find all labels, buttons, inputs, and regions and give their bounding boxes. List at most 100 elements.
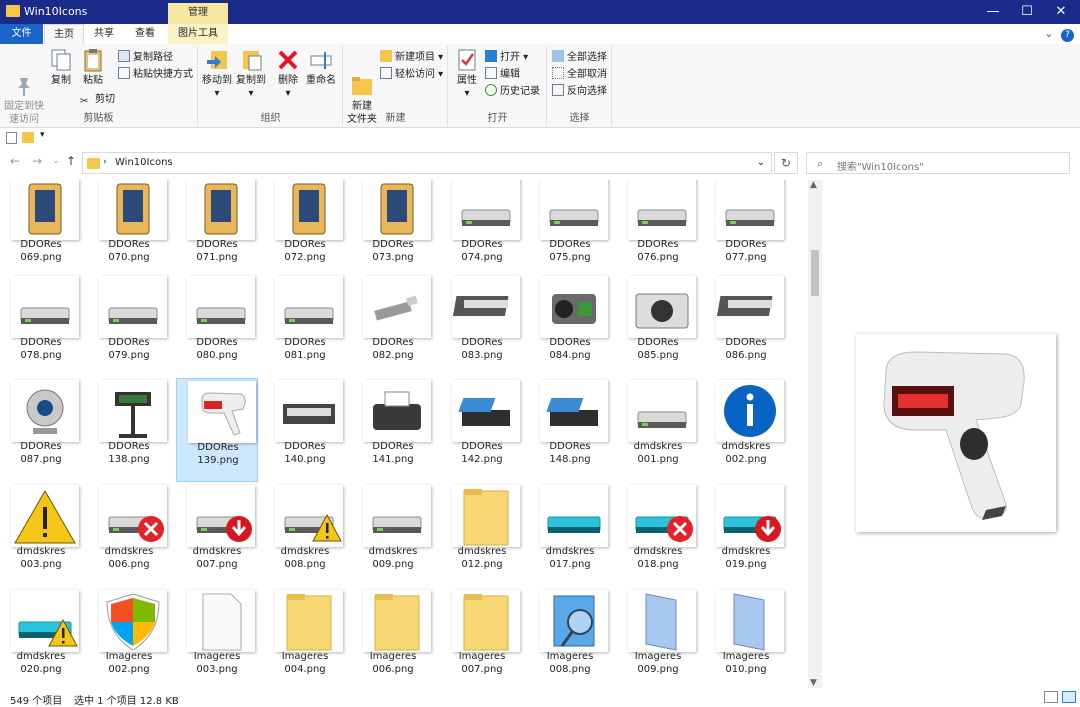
tab-manage[interactable]: 管理 (168, 3, 228, 24)
file-item[interactable]: dmdskres 017.png (529, 483, 611, 587)
select-all-button[interactable]: 全部选择 (552, 50, 607, 66)
chevron-down-icon[interactable]: ⌄ (1044, 27, 1053, 40)
file-name: DDORes 140.png (264, 440, 346, 466)
file-item[interactable]: DDORes 074.png (441, 180, 523, 280)
address-bar[interactable]: › Win10Icons ⌄ (82, 152, 772, 174)
file-item[interactable]: DDORes 072.png (264, 180, 346, 280)
file-item[interactable]: Imageres 003.png (176, 588, 258, 688)
file-item[interactable]: dmdskres 020.png (0, 588, 82, 688)
copy-path-button[interactable]: 复制路径 (118, 50, 173, 66)
open-button[interactable]: 打开 ▾ (485, 50, 528, 66)
history-button[interactable]: 历史记录 (485, 84, 540, 100)
scrollbar-thumb[interactable] (811, 250, 819, 296)
search-input[interactable]: ⌕ 搜索"Win10Icons" (806, 152, 1070, 174)
minimize-button[interactable]: — (976, 0, 1010, 24)
chevron-up-icon[interactable]: ▲ (810, 180, 817, 190)
file-item[interactable]: DDORes 076.png (617, 180, 699, 280)
copy-to-button[interactable]: 复制到 ▾ (235, 48, 267, 100)
file-item[interactable]: DDORes 078.png (0, 274, 82, 378)
paste-button[interactable]: 粘贴 (80, 48, 106, 87)
cut-button[interactable]: ✂ 剪切 (80, 92, 115, 108)
edit-button[interactable]: 编辑 (485, 67, 520, 83)
file-item[interactable]: dmdskres 018.png (617, 483, 699, 587)
file-item[interactable]: Imageres 010.png (705, 588, 787, 688)
file-thumbnail (275, 590, 343, 652)
close-button[interactable]: ✕ (1044, 0, 1078, 24)
file-item[interactable]: DDORes 070.png (88, 180, 170, 280)
file-item[interactable]: dmdskres 008.png (264, 483, 346, 587)
back-arrow-icon[interactable]: ← (10, 154, 20, 168)
forward-arrow-icon[interactable]: → (32, 154, 42, 168)
vertical-scrollbar[interactable]: ▲ ▼ (808, 180, 822, 688)
file-item[interactable]: DDORes 083.png (441, 274, 523, 378)
copy-button[interactable]: 复制 (48, 48, 74, 87)
file-item[interactable]: DDORes 073.png (352, 180, 434, 280)
file-item[interactable]: dmdskres 009.png (352, 483, 434, 587)
file-item[interactable]: DDORes 142.png (441, 378, 523, 482)
file-item[interactable]: Imageres 002.png (88, 588, 170, 688)
file-item[interactable]: DDORes 138.png (88, 378, 170, 482)
chevron-down-icon[interactable]: ⌄ (757, 157, 765, 168)
rename-button[interactable]: 重命名 (303, 48, 339, 87)
file-name: DDORes 084.png (529, 336, 611, 362)
cyan-drive-download-icon (723, 516, 781, 542)
tab-picture-tools[interactable]: 图片工具 (168, 24, 228, 44)
file-item[interactable]: dmdskres 001.png (617, 378, 699, 482)
tab-file[interactable]: 文件 (0, 24, 43, 44)
file-item[interactable]: DDORes 082.png (352, 274, 434, 378)
large-icons-view-icon[interactable] (1062, 691, 1076, 703)
chevron-down-icon[interactable]: ▼ (810, 678, 817, 688)
easy-access-button[interactable]: 轻松访问 ▾ (380, 67, 443, 83)
file-item[interactable]: Imageres 004.png (264, 588, 346, 688)
tab-view[interactable]: 查看 (126, 24, 164, 44)
delete-button[interactable]: 删除 ▾ (275, 48, 301, 100)
file-item[interactable]: DDORes 148.png (529, 378, 611, 482)
file-item[interactable]: DDORes 081.png (264, 274, 346, 378)
file-item[interactable]: Imageres 009.png (617, 588, 699, 688)
file-item[interactable]: DDORes 075.png (529, 180, 611, 280)
ribbon-help-icons[interactable]: ⌄ ? (1044, 27, 1074, 42)
file-item[interactable]: DDORes 086.png (705, 274, 787, 378)
file-item[interactable]: DDORes 141.png (352, 378, 434, 482)
file-name-line2: 083.png (461, 350, 503, 361)
properties-checkmark-icon[interactable] (6, 132, 17, 144)
up-arrow-icon[interactable]: ↑ (66, 154, 76, 168)
file-item[interactable]: Imageres 008.png (529, 588, 611, 688)
file-item[interactable]: DDORes 140.png (264, 378, 346, 482)
group-label-select: 选择 (569, 113, 590, 124)
paste-shortcut-button[interactable]: 粘贴快捷方式 (118, 67, 193, 83)
maximize-button[interactable]: ☐ (1010, 0, 1044, 24)
file-item[interactable]: DDORes 087.png (0, 378, 82, 482)
file-item[interactable]: DDORes 139.png (176, 378, 258, 482)
file-item[interactable]: DDORes 079.png (88, 274, 170, 378)
new-item-button[interactable]: 新建项目 ▾ (380, 50, 443, 66)
invert-selection-button[interactable]: 反向选择 (552, 84, 607, 100)
file-item[interactable]: dmdskres 002.png (705, 378, 787, 482)
help-icon[interactable]: ? (1061, 29, 1074, 42)
chevron-down-icon[interactable]: ▾ (40, 130, 45, 140)
file-item[interactable]: dmdskres 019.png (705, 483, 787, 587)
file-item[interactable]: Imageres 007.png (441, 588, 523, 688)
file-item[interactable]: dmdskres 003.png (0, 483, 82, 587)
properties-button[interactable]: 属性 ▾ (453, 48, 481, 100)
group-organize: 移动到 ▾ 复制到 ▾ 删除 ▾ 重命名 组织 (199, 46, 343, 126)
tab-home[interactable]: 主页 (44, 24, 84, 44)
file-item[interactable]: DDORes 080.png (176, 274, 258, 378)
file-item[interactable]: DDORes 077.png (705, 180, 787, 280)
file-item[interactable]: Imageres 006.png (352, 588, 434, 688)
select-none-button[interactable]: 全部取消 (552, 67, 607, 83)
move-to-button[interactable]: 移动到 ▾ (201, 48, 233, 100)
file-item[interactable]: dmdskres 012.png (441, 483, 523, 587)
shield-icon (106, 593, 160, 651)
file-item[interactable]: DDORes 071.png (176, 180, 258, 280)
chevron-down-icon[interactable]: ⌄ (52, 156, 60, 166)
file-item[interactable]: DDORes 085.png (617, 274, 699, 378)
tab-share[interactable]: 共享 (86, 24, 122, 44)
file-item[interactable]: dmdskres 006.png (88, 483, 170, 587)
file-item[interactable]: DDORes 084.png (529, 274, 611, 378)
new-folder-icon[interactable] (22, 132, 34, 143)
file-item[interactable]: dmdskres 007.png (176, 483, 258, 587)
details-view-icon[interactable] (1044, 691, 1058, 703)
refresh-button[interactable]: ↻ (774, 152, 798, 174)
file-item[interactable]: DDORes 069.png (0, 180, 82, 280)
